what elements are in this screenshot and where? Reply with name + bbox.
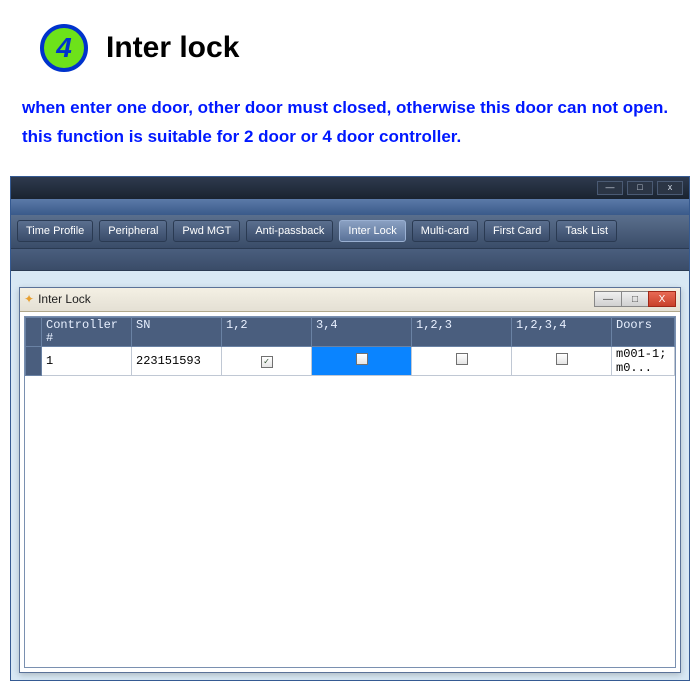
cell-123[interactable] [412, 347, 512, 376]
tab-pwd-mgt[interactable]: Pwd MGT [173, 220, 240, 242]
grid-header-row: Controller# SN 1,2 3,4 1,2,3 1,2,3,4 Doo… [26, 317, 675, 346]
checkbox-123[interactable] [456, 353, 468, 365]
row-selector[interactable] [26, 347, 42, 376]
table-row[interactable]: 1 223151593 ✓ m001-1; m0... [26, 347, 675, 376]
col-34[interactable]: 3,4 [312, 317, 412, 346]
col-12[interactable]: 1,2 [222, 317, 312, 346]
grid-container: Controller# SN 1,2 3,4 1,2,3 1,2,3,4 Doo… [24, 316, 676, 668]
main-toolbar: Time Profile Peripheral Pwd MGT Anti-pas… [11, 215, 689, 249]
app-window: — □ x Time Profile Peripheral Pwd MGT An… [10, 176, 690, 681]
col-controller[interactable]: Controller# [42, 317, 132, 346]
checkbox-12[interactable]: ✓ [261, 356, 273, 368]
checkbox-1234[interactable] [556, 353, 568, 365]
tab-multi-card[interactable]: Multi-card [412, 220, 478, 242]
app-menubar [11, 199, 689, 215]
col-sn[interactable]: SN [132, 317, 222, 346]
checkbox-34[interactable] [356, 353, 368, 365]
bolt-icon: ✦ [24, 292, 34, 306]
app-titlebar: — □ x [11, 177, 689, 199]
col-doors[interactable]: Doors [612, 317, 675, 346]
app-minimize-button[interactable]: — [597, 181, 623, 195]
col-123[interactable]: 1,2,3 [412, 317, 512, 346]
tab-anti-passback[interactable]: Anti-passback [246, 220, 333, 242]
dialog-titlebar[interactable]: ✦ Inter Lock — □ X [20, 288, 680, 312]
dialog-title: Inter Lock [38, 292, 595, 306]
hero-title: Inter lock [106, 31, 239, 65]
col-1234[interactable]: 1,2,3,4 [512, 317, 612, 346]
tab-first-card[interactable]: First Card [484, 220, 550, 242]
app-close-button[interactable]: x [657, 181, 683, 195]
dialog-close-button[interactable]: X [648, 291, 676, 307]
cell-sn[interactable]: 223151593 [132, 347, 222, 376]
tab-time-profile[interactable]: Time Profile [17, 220, 93, 242]
hero-description: when enter one door, other door must clo… [22, 94, 670, 152]
cell-34[interactable] [312, 347, 412, 376]
tab-peripheral[interactable]: Peripheral [99, 220, 167, 242]
workarea: ✦ Inter Lock — □ X Controller# S [11, 271, 689, 680]
dialog-maximize-button[interactable]: □ [621, 291, 649, 307]
cell-doors[interactable]: m001-1; m0... [612, 347, 675, 376]
toolbar-shelf [11, 249, 689, 271]
hero-section: 4 Inter lock when enter one door, other … [0, 0, 700, 162]
tab-inter-lock[interactable]: Inter Lock [339, 220, 405, 242]
step-number-badge: 4 [40, 24, 88, 72]
app-maximize-button[interactable]: □ [627, 181, 653, 195]
interlock-grid[interactable]: Controller# SN 1,2 3,4 1,2,3 1,2,3,4 Doo… [25, 317, 675, 376]
tab-task-list[interactable]: Task List [556, 220, 617, 242]
cell-controller[interactable]: 1 [42, 347, 132, 376]
interlock-dialog: ✦ Inter Lock — □ X Controller# S [19, 287, 681, 673]
cell-12[interactable]: ✓ [222, 347, 312, 376]
dialog-minimize-button[interactable]: — [594, 291, 622, 307]
dialog-body: Controller# SN 1,2 3,4 1,2,3 1,2,3,4 Doo… [20, 312, 680, 672]
cell-1234[interactable] [512, 347, 612, 376]
grid-rowheader-blank [26, 317, 42, 346]
